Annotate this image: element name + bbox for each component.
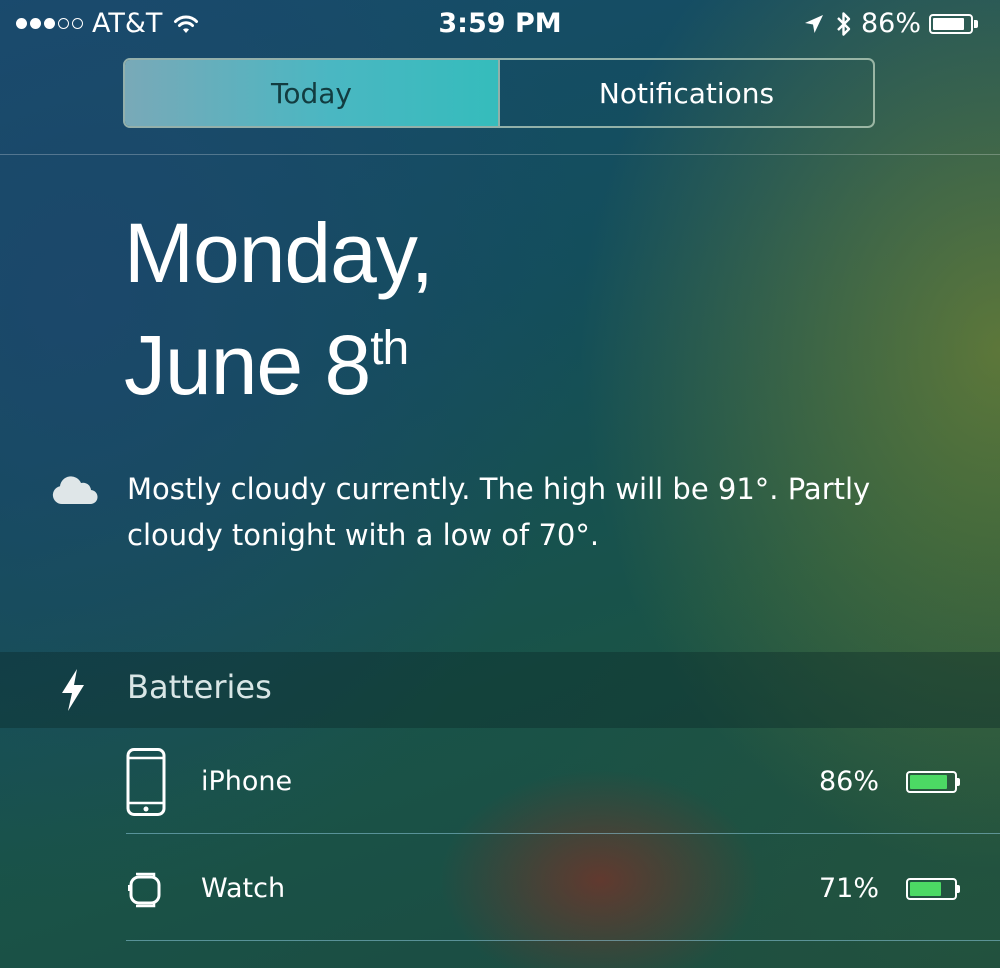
status-battery-percent: 86% <box>860 8 921 39</box>
today-notifications-segmented-control: Today Notifications <box>123 58 875 128</box>
header-divider <box>0 154 1000 155</box>
cloud-icon <box>52 476 98 505</box>
device-battery-icon <box>906 769 960 795</box>
device-name: Watch <box>201 873 286 904</box>
date-heading: Monday, June 8th <box>124 205 434 413</box>
lightning-bolt-icon <box>62 669 84 711</box>
device-battery-icon <box>906 876 960 902</box>
device-name: iPhone <box>201 766 293 797</box>
weather-summary: Mostly cloudy currently. The high will b… <box>127 472 871 552</box>
device-battery-fill <box>910 882 941 896</box>
tab-today[interactable]: Today <box>125 60 498 126</box>
date-text: June 8 <box>124 318 371 412</box>
battery-tip <box>974 19 978 28</box>
device-battery-fill <box>910 775 948 789</box>
battery-fill <box>933 17 964 30</box>
row-divider <box>126 940 1000 941</box>
batteries-widget-header[interactable]: Batteries <box>0 652 1000 728</box>
tab-notifications[interactable]: Notifications <box>498 60 873 126</box>
date-ordinal-suffix: th <box>370 322 409 375</box>
status-bar: AT&T 3:59 PM 86% <box>0 0 1000 50</box>
device-battery-percent: 86% <box>818 766 879 797</box>
battery-row-watch: Watch 71% <box>0 835 1000 941</box>
weekday-label: Monday, <box>124 206 434 300</box>
device-battery-tip <box>957 778 960 786</box>
bluetooth-icon <box>837 11 851 36</box>
device-battery-body <box>906 771 958 793</box>
device-battery-tip <box>957 885 960 893</box>
battery-icon <box>929 13 973 34</box>
status-bar-right: 86% <box>803 8 978 39</box>
device-battery-body <box>906 878 958 900</box>
apple-watch-icon <box>128 872 161 908</box>
location-arrow-icon <box>804 14 823 33</box>
row-divider <box>126 833 1000 834</box>
device-battery-percent: 71% <box>818 873 879 904</box>
iphone-icon <box>126 748 166 816</box>
battery-row-iphone: iPhone 86% <box>0 728 1000 834</box>
date-label: June 8th <box>124 301 433 413</box>
batteries-title: Batteries <box>127 668 272 706</box>
